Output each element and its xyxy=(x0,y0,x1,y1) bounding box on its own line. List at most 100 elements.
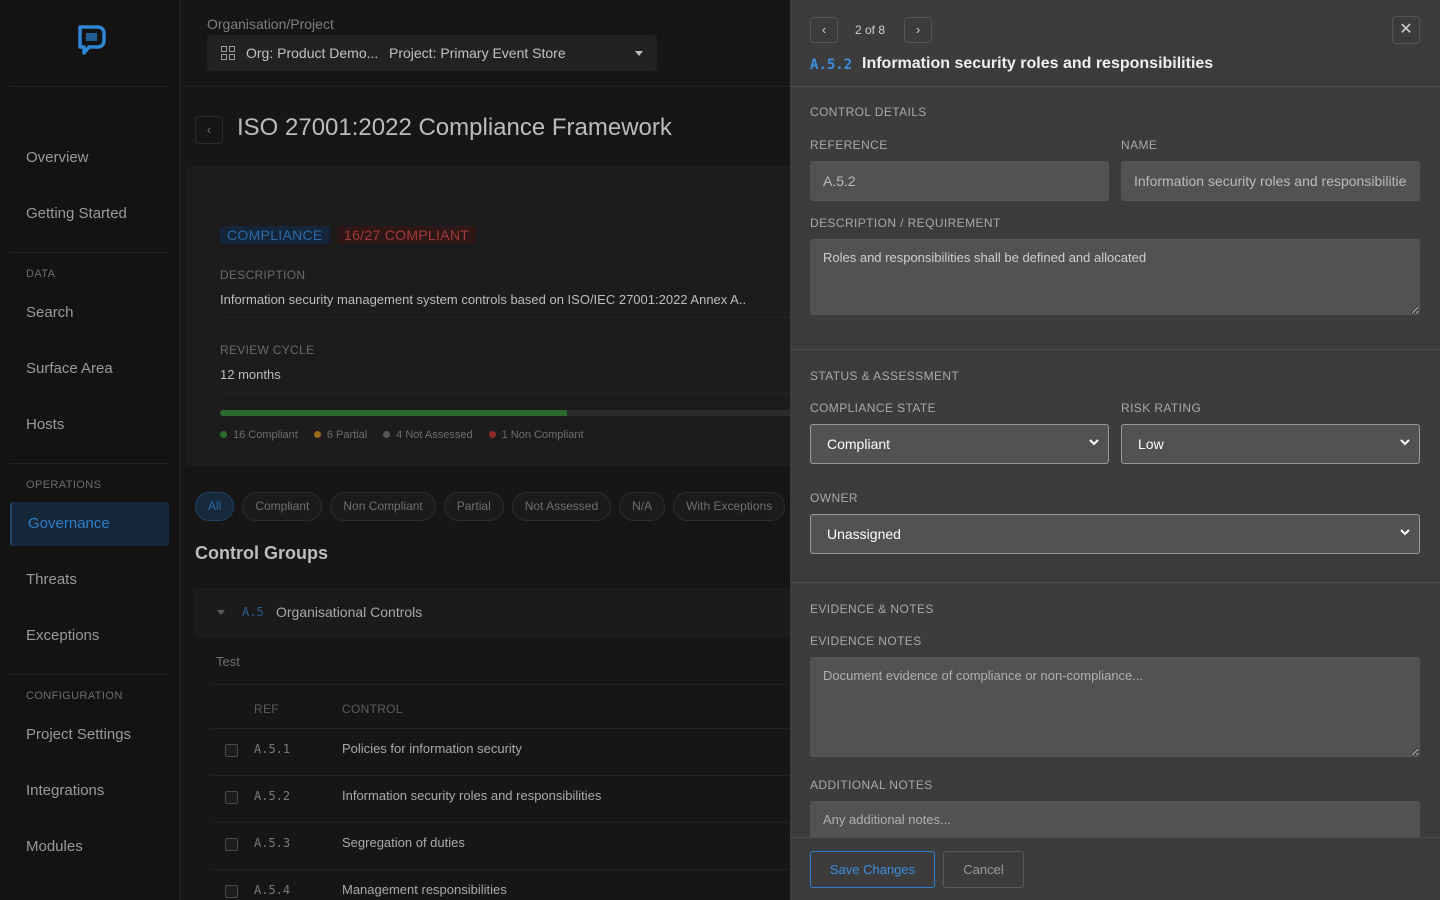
evidence-notes-textarea[interactable] xyxy=(810,657,1420,757)
row-control: Segregation of duties xyxy=(342,835,465,850)
status-dot xyxy=(313,431,321,438)
sidebar-item-integrations[interactable]: Integrations xyxy=(10,769,169,813)
description-label: DESCRIPTION xyxy=(220,268,306,282)
legend-partial: 6 Partial xyxy=(313,429,368,441)
card-divider xyxy=(220,393,790,394)
owner-select[interactable]: Unassigned xyxy=(810,514,1420,554)
test-label: Test xyxy=(216,654,240,669)
control-group-panel: A.5 Organisational Controls Test REF CON… xyxy=(195,588,790,900)
legend-not-assessed: 4 Not Assessed xyxy=(383,429,473,441)
legend-text: 4 Not Assessed xyxy=(396,429,473,441)
compliance-state-select[interactable]: Compliant xyxy=(810,424,1109,464)
control-detail-drawer: ‹ 2 of 8 › ✕ A.5.2 Information security … xyxy=(790,0,1440,900)
row-control: Information security roles and responsib… xyxy=(342,788,602,803)
description-requirement-label: DESCRIPTION / REQUIREMENT xyxy=(810,216,1001,230)
filter-chip-compliant[interactable]: Compliant xyxy=(242,492,323,521)
column-header-ref: REF xyxy=(254,702,279,716)
compliance-progress-bar xyxy=(220,410,790,416)
filter-chip-all[interactable]: All xyxy=(195,492,235,521)
row-control: Policies for information security xyxy=(342,741,522,756)
row-checkbox[interactable] xyxy=(225,791,238,804)
table-row[interactable]: A.5.3 Segregation of duties xyxy=(195,822,790,869)
description-textarea[interactable]: Roles and responsibilities shall be defi… xyxy=(810,239,1420,315)
card-divider xyxy=(220,317,790,318)
drawer-title: Information security roles and responsib… xyxy=(862,55,1214,72)
close-button[interactable]: ✕ xyxy=(1392,16,1420,44)
sidebar-item-threats[interactable]: Threats xyxy=(10,558,169,602)
control-details-heading: CONTROL DETAILS xyxy=(810,105,927,119)
chevron-down-icon xyxy=(1089,439,1099,446)
project-name: Project: Primary Event Store xyxy=(389,45,566,61)
close-icon: ✕ xyxy=(1399,21,1413,38)
group-name[interactable]: Organisational Controls xyxy=(276,604,422,620)
framework-description: Information security management system c… xyxy=(220,292,747,307)
save-changes-button[interactable]: Save Changes xyxy=(810,851,935,888)
filter-chip-with-exceptions[interactable]: With Exceptions xyxy=(673,492,786,521)
filter-chip-partial[interactable]: Partial xyxy=(443,492,504,521)
org-project-selector[interactable]: Org: Product Demo... Project: Primary Ev… xyxy=(207,35,657,71)
filter-chip-na[interactable]: N/A xyxy=(619,492,666,521)
org-project-label: Organisation/Project xyxy=(207,16,334,32)
main-content: Organisation/Project Org: Product Demo..… xyxy=(181,0,790,900)
row-ref: A.5.3 xyxy=(254,836,291,850)
legend-text: 16 Compliant xyxy=(233,429,298,441)
row-ref: A.5.2 xyxy=(254,789,291,803)
sidebar-divider xyxy=(10,252,169,253)
sidebar-item-search[interactable]: Search xyxy=(10,291,169,335)
filter-chip-not-assessed[interactable]: Not Assessed xyxy=(511,492,612,521)
review-cycle-value: 12 months xyxy=(220,367,281,382)
group-ref: A.5 xyxy=(242,605,264,619)
row-checkbox[interactable] xyxy=(225,744,238,757)
legend-text: 6 Partial xyxy=(326,429,368,441)
drawer-footer: Save Changes Cancel xyxy=(790,837,1440,900)
item-counter: 2 of 8 xyxy=(855,23,886,37)
compliance-progress-fill xyxy=(220,410,567,416)
row-checkbox[interactable] xyxy=(225,838,238,851)
sidebar-item-hosts[interactable]: Hosts xyxy=(10,403,169,447)
cancel-button[interactable]: Cancel xyxy=(943,851,1024,888)
control-groups-title: Control Groups xyxy=(195,543,328,563)
legend-text: 1 Non Compliant xyxy=(501,429,584,441)
reference-label: REFERENCE xyxy=(810,138,888,152)
controls-table: Test REF CONTROL A.5.1 Policies for info… xyxy=(195,638,790,900)
table-row[interactable]: A.5.4 Management responsibilities xyxy=(195,869,790,900)
row-checkbox[interactable] xyxy=(225,885,238,898)
compliance-state-value: Compliant xyxy=(827,436,891,452)
filter-chip-non-compliant[interactable]: Non Compliant xyxy=(330,492,436,521)
name-input[interactable] xyxy=(1121,161,1420,201)
framework-type-badge: COMPLIANCE xyxy=(220,226,330,244)
app-logo-icon[interactable] xyxy=(76,24,106,58)
page-title: ISO 27001:2022 Compliance Framework xyxy=(237,114,672,141)
framework-summary-card: COMPLIANCE 16/27 COMPLIANT DESCRIPTION I… xyxy=(185,166,790,466)
evidence-notes-label: EVIDENCE NOTES xyxy=(810,634,922,648)
sidebar-item-overview[interactable]: Overview xyxy=(10,136,169,180)
sidebar-section-operations: OPERATIONS xyxy=(26,479,102,491)
sidebar-section-data: DATA xyxy=(26,268,56,280)
evidence-notes-heading: EVIDENCE & NOTES xyxy=(810,602,934,616)
header-divider xyxy=(181,86,790,87)
status-dot xyxy=(488,431,496,438)
sidebar-item-governance[interactable]: Governance xyxy=(10,502,169,546)
sidebar-item-surface-area[interactable]: Surface Area xyxy=(10,347,169,391)
table-row[interactable]: A.5.1 Policies for information security xyxy=(195,728,790,775)
sidebar-item-modules[interactable]: Modules xyxy=(10,825,169,869)
chevron-down-icon xyxy=(1400,439,1410,446)
reference-input[interactable] xyxy=(810,161,1109,201)
sidebar-item-getting-started[interactable]: Getting Started xyxy=(10,192,169,236)
back-button[interactable]: ‹ xyxy=(195,116,223,144)
sidebar-item-project-settings[interactable]: Project Settings xyxy=(10,713,169,757)
column-header-control: CONTROL xyxy=(342,702,403,716)
drawer-header: ‹ 2 of 8 › ✕ A.5.2 Information security … xyxy=(790,0,1440,87)
owner-value: Unassigned xyxy=(827,526,901,542)
collapse-caret-icon[interactable] xyxy=(217,610,225,615)
sidebar-item-exceptions[interactable]: Exceptions xyxy=(10,614,169,658)
legend-compliant: 16 Compliant xyxy=(220,429,298,441)
sidebar-divider xyxy=(10,86,169,87)
risk-rating-select[interactable]: Low xyxy=(1121,424,1420,464)
previous-button[interactable]: ‹ xyxy=(810,17,838,43)
section-divider xyxy=(790,349,1440,350)
chevron-right-icon: › xyxy=(915,22,921,37)
sidebar: Overview Getting Started DATA Search Sur… xyxy=(0,0,180,900)
next-button[interactable]: › xyxy=(904,17,932,43)
table-row[interactable]: A.5.2 Information security roles and res… xyxy=(195,775,790,822)
